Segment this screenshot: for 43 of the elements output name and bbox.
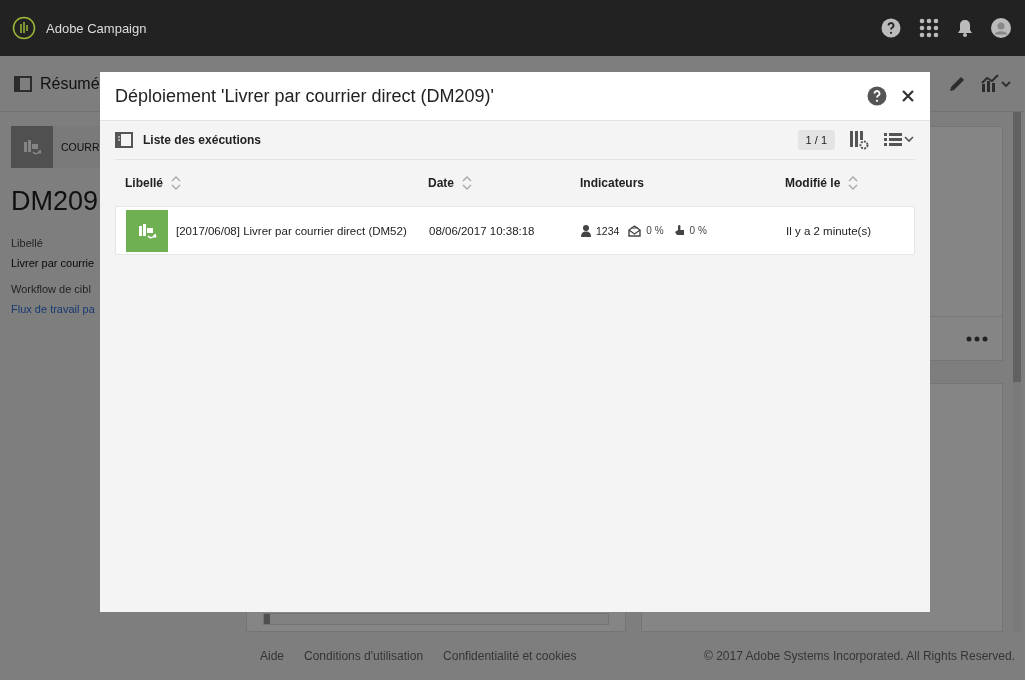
- panel-icon[interactable]: [14, 75, 32, 92]
- panel-icon[interactable]: [115, 132, 133, 148]
- pointing-hand-icon: [674, 224, 685, 237]
- app-title: Adobe Campaign: [46, 20, 147, 36]
- page-scrollbar[interactable]: [1013, 112, 1021, 632]
- table-cell: 08/06/2017 10:38:18: [429, 224, 535, 237]
- recipients-count: 1234: [596, 224, 620, 237]
- apps-grid-icon[interactable]: [919, 18, 939, 38]
- field-value: Livrer par courrie: [11, 257, 96, 269]
- dialog-title: Déploiement 'Livrer par courrier direct (DM209)': [115, 85, 494, 107]
- more-options-icon[interactable]: [966, 335, 988, 342]
- help-icon[interactable]: [867, 86, 887, 106]
- logo-icon: [12, 16, 36, 40]
- page-scroll-thumb[interactable]: [1013, 112, 1021, 382]
- scroll-thumb[interactable]: [264, 614, 270, 624]
- section-title: Liste des exécutions: [143, 133, 262, 147]
- close-icon[interactable]: [901, 89, 915, 103]
- direct-mail-icon: [22, 138, 42, 156]
- direct-mail-icon: [137, 221, 157, 240]
- field-label: Workflow de cibl: [11, 283, 92, 295]
- copyright-text: © 2017 Adobe Systems Incorporated. All Rights Reserved.: [704, 649, 1015, 663]
- open-rate: 0 %: [646, 225, 664, 236]
- delivery-heading: DM209: [11, 186, 100, 217]
- column-header[interactable]: Libellé: [125, 176, 163, 190]
- table-cell: Il y a 2 minute(s): [786, 224, 871, 237]
- toolbar-title: Résumé: [40, 74, 100, 93]
- click-rate: 0 %: [689, 225, 707, 236]
- column-settings-icon[interactable]: [849, 130, 869, 150]
- list-view-menu-icon[interactable]: [883, 132, 915, 148]
- table-cell: [2017/06/08] Livrer par courrier direct (DM52): [176, 224, 407, 237]
- chart-menu-icon[interactable]: [981, 73, 1011, 94]
- column-header[interactable]: Indicateurs: [580, 176, 645, 190]
- pagination-count: 1 / 1: [797, 130, 835, 150]
- column-header[interactable]: Modifié le: [785, 176, 841, 190]
- person-icon: [581, 224, 591, 237]
- column-header[interactable]: Date: [428, 176, 454, 190]
- envelope-open-icon: [628, 224, 642, 237]
- delivery-type-label: COURR: [61, 141, 100, 153]
- notification-bell-icon[interactable]: [957, 19, 973, 37]
- help-icon[interactable]: [881, 18, 901, 38]
- table-row[interactable]: [2017/06/08] Livrer par courrier direct (DM52) 08/06/2017 10:38:18 1234 0 % 0 % Il y a 2 minute(s): [115, 206, 915, 255]
- field-label: Libellé: [11, 237, 44, 249]
- user-avatar-icon[interactable]: [991, 18, 1011, 38]
